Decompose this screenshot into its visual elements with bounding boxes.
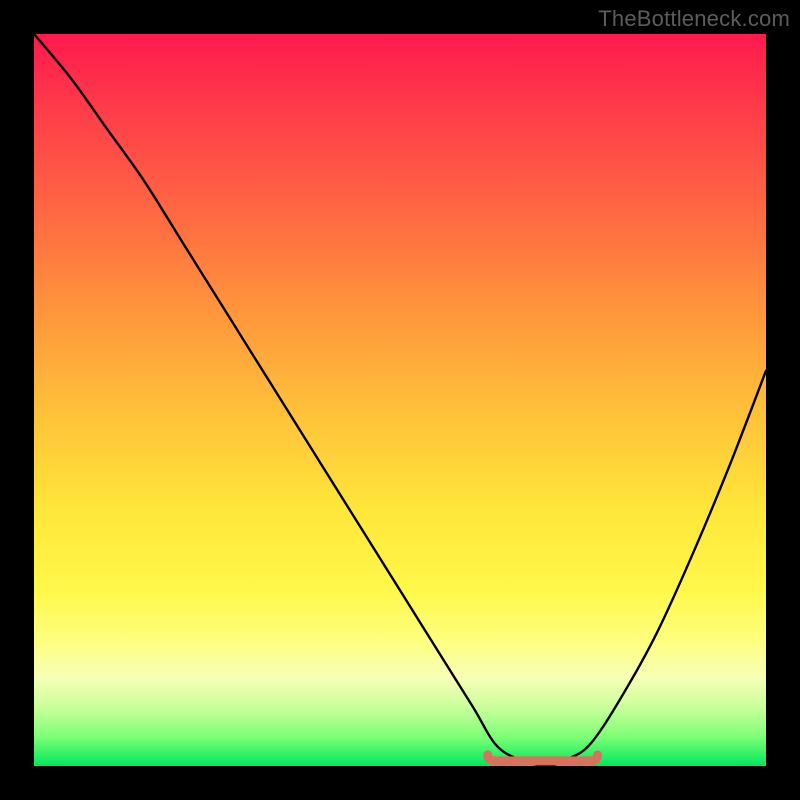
- flat-minimum-marker: [488, 755, 598, 761]
- watermark-text: TheBottleneck.com: [598, 6, 790, 32]
- bottleneck-curve-path: [34, 34, 766, 766]
- bottleneck-curve-svg: [34, 34, 766, 766]
- plot-area: [34, 34, 766, 766]
- chart-frame: TheBottleneck.com: [0, 0, 800, 800]
